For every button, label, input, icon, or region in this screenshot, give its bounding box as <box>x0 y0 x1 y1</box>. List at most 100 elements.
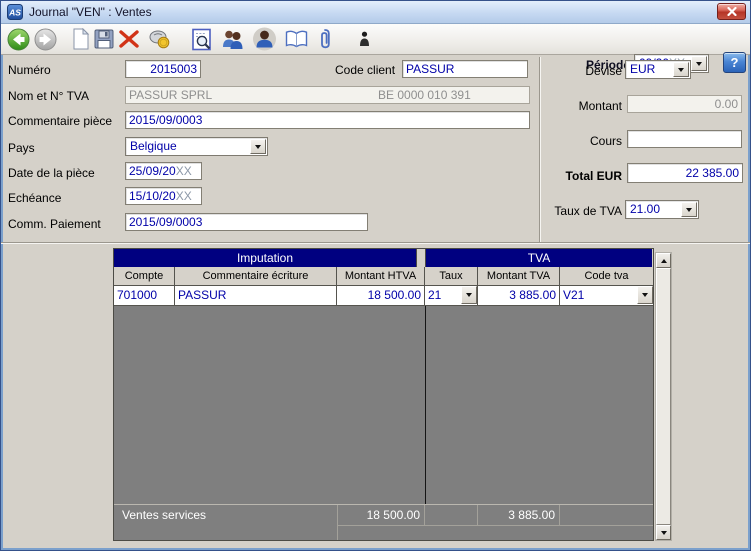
commentaire-piece-label: Commentaire pièce <box>8 114 113 128</box>
clients-icon <box>223 30 243 49</box>
chevron-down-icon <box>255 144 261 149</box>
cell-taux[interactable]: 21 <box>425 286 478 306</box>
app-logo-icon: AS <box>7 4 23 20</box>
chevron-down-icon <box>696 61 702 66</box>
grid-empty-area <box>114 306 653 504</box>
cours-field[interactable] <box>627 130 742 148</box>
toolbar: Période 09/20XX ? <box>1 24 750 73</box>
attachment-button[interactable] <box>317 26 333 52</box>
grid-group-header: Imputation TVA <box>114 249 653 267</box>
col-header-compte: Compte <box>114 267 175 285</box>
echeance-value: 15/10/20 <box>129 189 176 203</box>
save-icon <box>94 29 114 49</box>
devise-label: Devise <box>585 64 622 78</box>
date-piece-value: 25/09/20 <box>129 164 176 178</box>
col-header-code-tva: Code tva <box>584 270 629 282</box>
chevron-down-icon <box>686 207 692 212</box>
cell-code-tva[interactable]: V21 <box>560 286 653 306</box>
echeance-field[interactable]: 15/10/20XX <box>125 187 202 205</box>
help-button[interactable]: ? <box>723 52 746 73</box>
cell-commentaire[interactable]: PASSUR <box>175 286 337 306</box>
date-piece-suffix: XX <box>175 164 192 178</box>
date-piece-field[interactable]: 25/09/20XX <box>125 162 202 180</box>
save-button[interactable] <box>93 26 115 52</box>
chevron-down-icon <box>660 530 667 535</box>
back-icon <box>7 28 30 50</box>
assistant-icon <box>360 31 369 46</box>
journal-button[interactable] <box>283 26 310 52</box>
periode-dropdown-button[interactable] <box>691 56 707 71</box>
col-header-montant-htva: Montant HTVA <box>337 267 425 285</box>
assistant-button[interactable] <box>357 26 372 52</box>
vertical-scrollbar[interactable] <box>655 252 672 541</box>
clients-button[interactable] <box>219 26 246 52</box>
cell-compte[interactable]: 701000 <box>114 286 175 306</box>
client-name: PASSUR SPRL <box>129 88 213 102</box>
total-eur-label: Total EUR <box>565 169 622 183</box>
nom-tva-label: Nom et N° TVA <box>8 89 90 103</box>
total-eur-field: 22 385.00 <box>627 163 743 183</box>
col-header-commentaire: Commentaire écriture <box>175 267 337 285</box>
devise-dropdown-button[interactable] <box>673 62 689 77</box>
devise-combobox[interactable]: EUR <box>625 60 691 79</box>
col-header-montant-tva: Montant TVA <box>478 267 560 285</box>
scrollbar-thumb[interactable] <box>656 268 671 525</box>
new-document-button[interactable] <box>70 26 91 52</box>
code-tva-cell-dropdown-button[interactable] <box>637 286 653 304</box>
payment-button[interactable] <box>147 26 172 52</box>
footer-montant-tva: 3 885.00 <box>478 505 560 525</box>
grid-section-divider <box>425 306 426 504</box>
group-header-gap <box>417 249 425 267</box>
cell-montant-htva[interactable]: 18 500.00 <box>337 286 425 306</box>
group-header-imputation: Imputation <box>114 249 417 267</box>
code-client-label: Code client <box>335 63 396 77</box>
taux-tva-label: Taux de TVA <box>554 204 622 218</box>
search-document-button[interactable] <box>190 26 215 52</box>
panel-divider-vertical <box>539 57 541 242</box>
footer-bottom-cell <box>338 525 653 540</box>
montant-field: 0.00 <box>627 95 742 113</box>
toolbar-buttons <box>6 24 372 54</box>
group-header-tva: TVA <box>425 249 652 267</box>
pays-combobox[interactable]: Belgique <box>125 137 268 156</box>
chevron-down-icon <box>642 293 648 297</box>
delete-button[interactable] <box>117 26 141 52</box>
footer-label: Ventes services <box>114 505 338 525</box>
titlebar: AS Journal "VEN" : Ventes <box>1 1 750 24</box>
taux-tva-combobox[interactable]: 21.00 <box>625 200 699 219</box>
contact-button[interactable] <box>251 26 278 52</box>
footer-montant-htva: 18 500.00 <box>338 505 425 525</box>
app-window: AS Journal "VEN" : Ventes Période ? Numé… <box>0 0 751 551</box>
taux-cell-dropdown-button[interactable] <box>461 286 477 304</box>
forward-icon <box>34 28 57 50</box>
cours-label: Cours <box>589 134 622 148</box>
commentaire-piece-field[interactable]: 2015/09/0003 <box>125 111 530 129</box>
montant-label: Montant <box>578 99 622 113</box>
comm-paiement-field[interactable]: 2015/09/0003 <box>125 213 368 231</box>
nom-tva-field: PASSUR SPRL BE 0000 010 391 <box>125 86 530 104</box>
scroll-down-button[interactable] <box>656 525 671 540</box>
payment-icon <box>149 30 170 49</box>
attachment-icon <box>321 29 330 49</box>
chevron-down-icon <box>466 293 472 297</box>
close-icon <box>726 7 737 16</box>
footer-taux-empty <box>425 505 478 525</box>
delete-icon <box>119 30 139 48</box>
taux-tva-dropdown-button[interactable] <box>681 202 697 217</box>
date-piece-label: Date de la pièce <box>8 166 95 180</box>
echeance-suffix: XX <box>175 189 192 203</box>
taux-tva-value: 21.00 <box>630 202 661 216</box>
back-button[interactable] <box>6 26 31 52</box>
forward-button[interactable] <box>33 26 58 52</box>
scroll-up-button[interactable] <box>656 253 671 268</box>
contact-icon <box>253 27 276 51</box>
numero-field[interactable]: 2015003 <box>125 60 201 78</box>
cell-montant-tva[interactable]: 3 885.00 <box>478 286 560 306</box>
close-button[interactable] <box>717 3 746 20</box>
chevron-up-icon <box>660 258 667 263</box>
search-document-icon <box>192 28 211 50</box>
comm-paiement-label: Comm. Paiement <box>8 217 101 231</box>
pays-dropdown-button[interactable] <box>250 139 266 154</box>
entries-grid: Imputation TVA Compte Commentaire écritu… <box>113 248 654 541</box>
footer-bottom-spacer <box>114 525 338 540</box>
